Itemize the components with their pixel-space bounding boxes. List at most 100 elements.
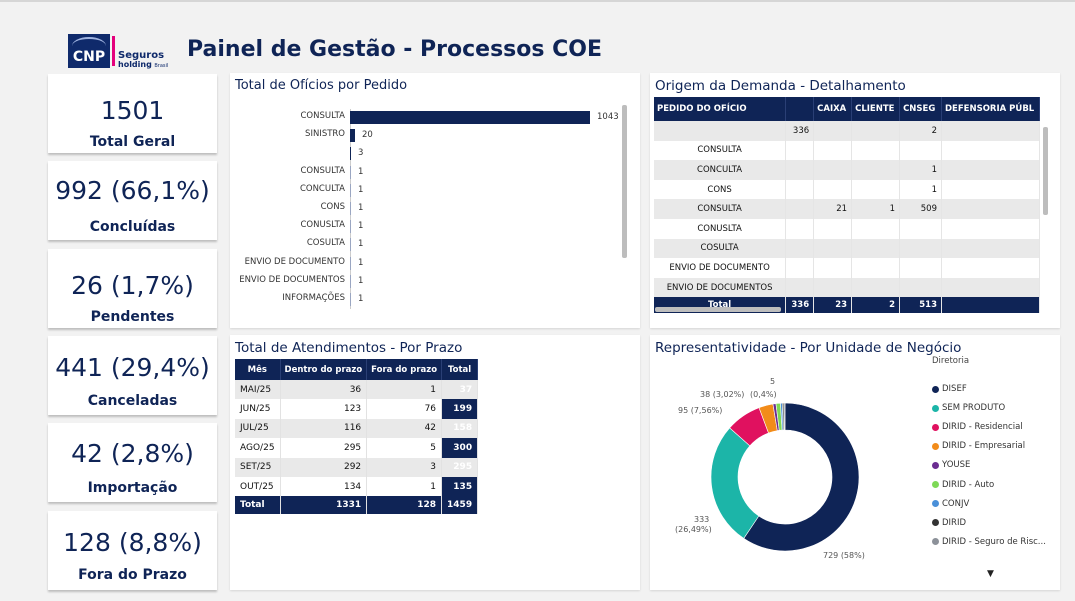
- table-cell: [813, 140, 853, 161]
- kpi-pendentes[interactable]: 26 (1,7%) Pendentes: [48, 249, 217, 328]
- table-cell: [813, 179, 853, 200]
- table-cell: 36: [280, 380, 368, 400]
- column-header[interactable]: Mês: [235, 359, 281, 380]
- column-header[interactable]: Dentro do prazo: [280, 359, 368, 380]
- table-row[interactable]: JUN/25 123 76 199: [235, 399, 479, 419]
- legend-dot: [932, 519, 939, 527]
- legend-item[interactable]: DIRID - Seguro de Risc...: [932, 537, 1046, 547]
- kpi-fora-do-prazo[interactable]: 128 (8,8%) Fora do Prazo: [48, 511, 217, 590]
- table-cell: [785, 258, 815, 278]
- table-cell: 1: [899, 160, 942, 180]
- bar-row[interactable]: CONCULTA 1: [230, 182, 630, 200]
- donut-slice[interactable]: [783, 402, 786, 431]
- table-row[interactable]: CONS 1: [654, 179, 1040, 200]
- bar[interactable]: [350, 202, 351, 215]
- kpi-value: 128 (8,8%): [63, 528, 202, 557]
- table-row[interactable]: SET/25 292 3 295: [235, 457, 479, 477]
- table-row[interactable]: 336 2: [654, 121, 1040, 141]
- column-header[interactable]: [785, 97, 815, 121]
- kpi-value: 992 (66,1%): [55, 176, 210, 205]
- table-row[interactable]: ENVIO DE DOCUMENTOS: [654, 277, 1040, 298]
- bar-category-label: COSULTA: [306, 238, 345, 249]
- kpi-concluidas[interactable]: 992 (66,1%) Concluídas: [48, 161, 217, 240]
- table-cell: 295: [441, 457, 479, 477]
- table-row[interactable]: CONUSLTA: [654, 218, 1040, 239]
- column-header[interactable]: CAIXA: [813, 97, 853, 121]
- horizontal-scrollbar[interactable]: [655, 307, 781, 312]
- bar-row[interactable]: ENVIO DE DOCUMENTOS 1: [230, 273, 630, 291]
- column-header[interactable]: CLIENTE: [851, 97, 901, 121]
- table-row[interactable]: CONCULTA 1: [654, 160, 1040, 180]
- chevron-down-icon[interactable]: ▼: [987, 569, 994, 579]
- table-cell: [941, 121, 1040, 141]
- bar-row[interactable]: COSULTA 1: [230, 236, 630, 254]
- table-row[interactable]: ENVIO DE DOCUMENTO: [654, 258, 1040, 278]
- table-cell: [941, 199, 1040, 219]
- annotation-residencial: 95 (7,56%): [678, 406, 723, 415]
- table-cell: CONSULTA: [654, 199, 787, 219]
- bar-row[interactable]: CONSULTA 1043: [230, 109, 630, 127]
- bar[interactable]: [350, 129, 355, 143]
- legend-dot: [932, 481, 939, 488]
- column-header[interactable]: PEDIDO DO OFÍCIO: [654, 97, 787, 121]
- legend-item[interactable]: DIRID - Residencial: [932, 422, 1023, 432]
- annotation-youse: (0,4%): [750, 390, 777, 399]
- bar[interactable]: [350, 238, 351, 252]
- bar[interactable]: [350, 274, 351, 288]
- origem-table: PEDIDO DO OFÍCIO CAIXA CLIENTE CNSEG DEFENSO…: [654, 97, 1040, 314]
- vertical-scrollbar[interactable]: [1043, 127, 1048, 215]
- annotation-sem-produto-pct: (26,49%): [675, 525, 712, 534]
- legend-dot: [932, 500, 939, 508]
- bar[interactable]: [350, 256, 351, 270]
- legend-item[interactable]: SEM PRODUTO: [932, 403, 1005, 413]
- table-row[interactable]: CONSULTA 21 1 509: [654, 199, 1040, 219]
- column-header[interactable]: CNSEG: [899, 97, 942, 121]
- table-cell: 158: [441, 418, 479, 439]
- bar-row[interactable]: CONUSLTA 1: [230, 218, 630, 236]
- kpi-canceladas[interactable]: 441 (29,4%) Canceladas: [48, 336, 217, 415]
- bar[interactable]: [350, 111, 590, 124]
- bar[interactable]: [350, 165, 351, 179]
- annotation-small: 5: [770, 377, 776, 386]
- legend-item[interactable]: DIRID - Empresarial: [932, 441, 1025, 451]
- bar[interactable]: [350, 220, 351, 234]
- vertical-scrollbar[interactable]: [622, 105, 627, 258]
- column-header[interactable]: Total: [441, 359, 479, 380]
- table-cell: SET/25: [235, 457, 281, 477]
- legend-item[interactable]: DIRID: [932, 518, 966, 528]
- table-row[interactable]: OUT/25 134 1 135: [235, 476, 479, 497]
- legend-item[interactable]: DISEF: [932, 384, 967, 394]
- column-header[interactable]: DEFENSORIA PÚBL: [941, 97, 1040, 121]
- bar-row[interactable]: SINISTRO 20: [230, 127, 630, 145]
- column-header[interactable]: Fora do prazo: [366, 359, 443, 380]
- donut-slice[interactable]: [710, 427, 760, 539]
- oficios-panel: Total de Ofícios por Pedido CONSULTA 1043…: [230, 73, 640, 328]
- table-cell: 37: [441, 380, 479, 400]
- legend-item[interactable]: CONJV: [932, 499, 969, 509]
- legend-label: DISEF: [942, 384, 967, 394]
- kpi-total-geral[interactable]: 1501 Total Geral: [48, 74, 217, 153]
- table-cell: [813, 160, 853, 180]
- bar-row[interactable]: ENVIO DE DOCUMENTO 1: [230, 255, 630, 273]
- bar-row[interactable]: CONSULTA 1: [230, 164, 630, 182]
- table-cell: 1: [851, 199, 901, 219]
- bar-row[interactable]: 3: [230, 145, 630, 163]
- table-row[interactable]: JUL/25 116 42 158: [235, 418, 479, 439]
- prazo-panel: Total de Atendimentos - Por Prazo Mês Den…: [230, 335, 640, 590]
- bar[interactable]: [350, 293, 351, 306]
- table-row[interactable]: CONSULTA: [654, 140, 1040, 161]
- bar-category-label: INFORMAÇÕES: [282, 293, 345, 303]
- bar-row[interactable]: INFORMAÇÕES 1: [230, 291, 630, 309]
- kpi-importacao[interactable]: 42 (2,8%) Importação: [48, 423, 217, 502]
- legend-item[interactable]: YOUSE: [932, 460, 970, 470]
- table-cell: 1: [366, 476, 443, 497]
- legend-item[interactable]: DIRID - Auto: [932, 480, 994, 490]
- bar-row[interactable]: CONS 1: [230, 200, 630, 218]
- table-row[interactable]: COSULTA: [654, 238, 1040, 259]
- table-row[interactable]: AGO/25 295 5 300: [235, 438, 479, 458]
- bar[interactable]: [350, 147, 351, 161]
- legend-label: DIRID - Auto: [942, 479, 995, 490]
- table-row[interactable]: MAI/25 36 1 37: [235, 380, 479, 400]
- bar[interactable]: [350, 183, 351, 197]
- legend-dot: [932, 461, 939, 469]
